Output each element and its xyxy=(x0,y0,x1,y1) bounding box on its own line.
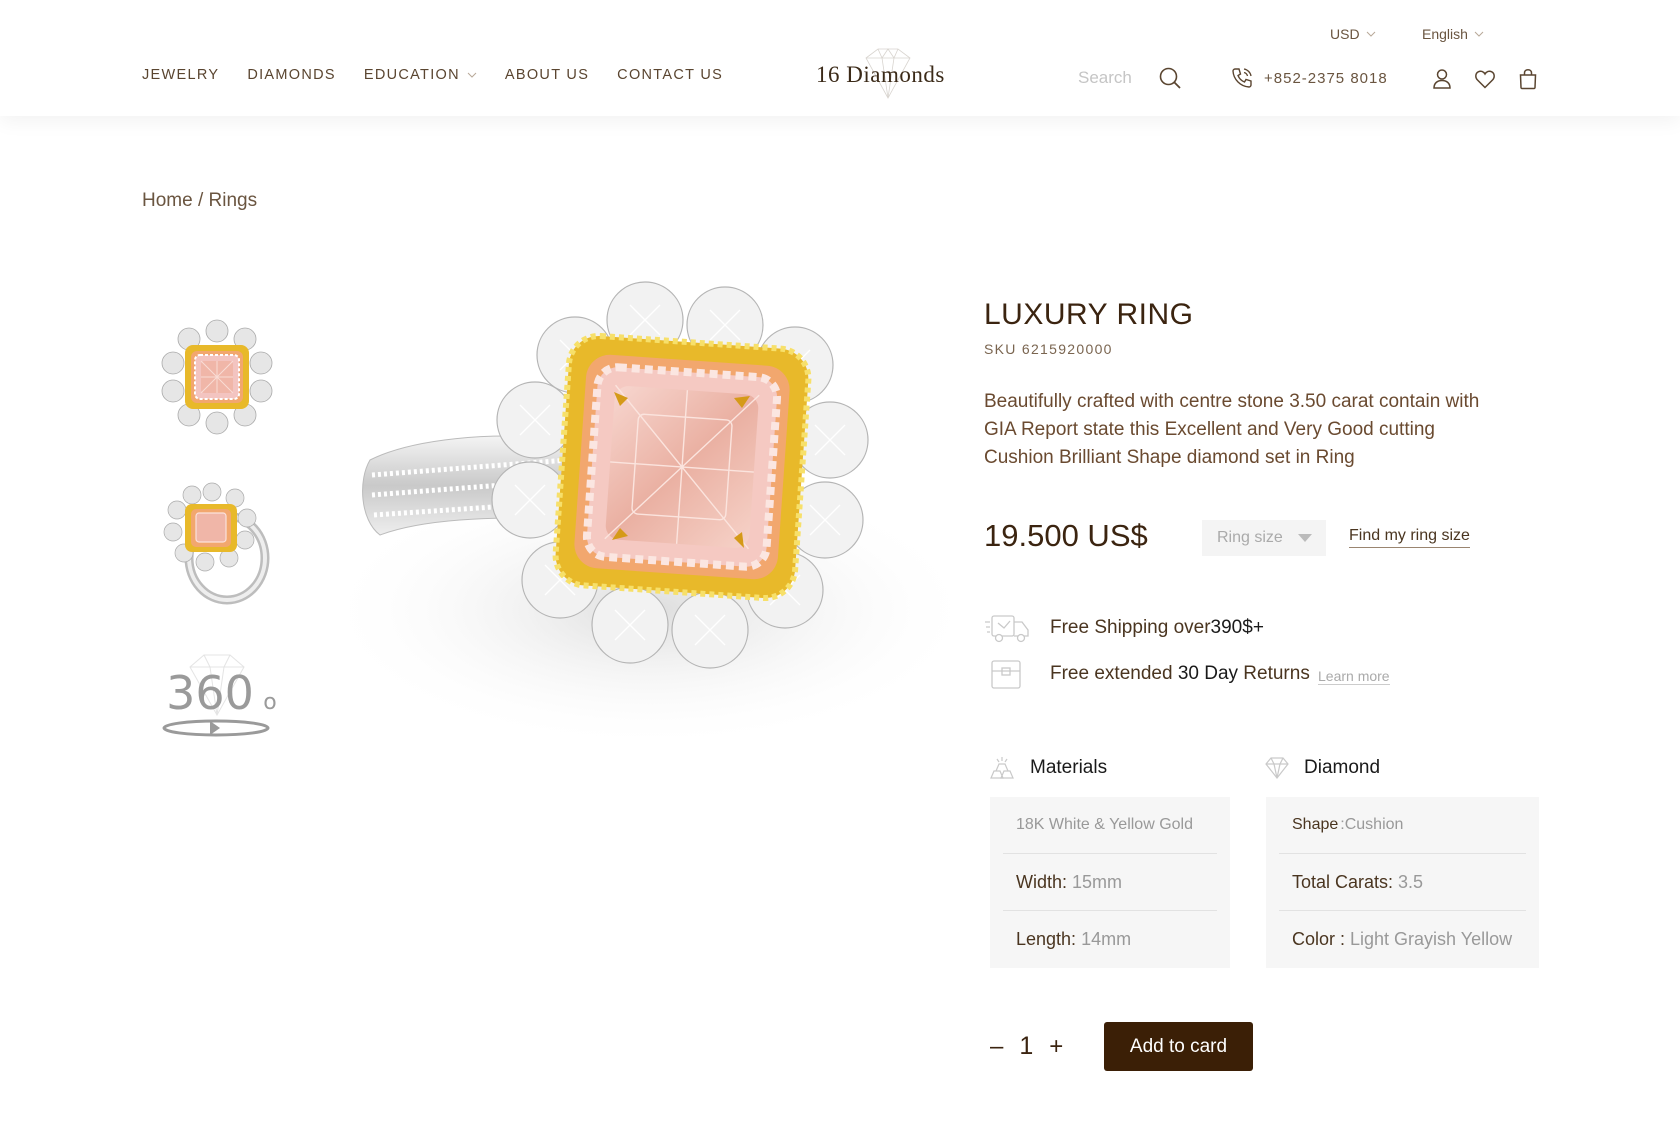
ring-size-placeholder: Ring size xyxy=(1217,529,1283,546)
nav-about-us[interactable]: ABOUT US xyxy=(505,67,589,83)
diamond-heading-label: Diamond xyxy=(1304,757,1381,778)
color-row: Color : Light Grayish Yellow xyxy=(1279,911,1526,968)
breadcrumb-rings[interactable]: Rings xyxy=(209,190,258,211)
ring-size-select[interactable]: Ring size xyxy=(1202,520,1326,556)
shipping-info: Free Shipping over 390$+ xyxy=(984,612,1264,644)
diamond-heading: Diamond xyxy=(1264,757,1380,779)
color-value: Light Grayish Yellow xyxy=(1350,929,1513,949)
product-description: Beautifully crafted with centre stone 3.… xyxy=(984,391,1480,468)
search-icon[interactable] xyxy=(1158,66,1182,90)
chevron-down-icon xyxy=(467,72,477,78)
chevron-down-icon xyxy=(1366,31,1375,37)
carats-row: Total Carats: 3.5 xyxy=(1279,854,1526,911)
ring-side-thumbnail-image xyxy=(163,482,270,605)
shape-value: :Cushion xyxy=(1340,816,1404,833)
nav-education[interactable]: EDUCATION xyxy=(364,67,477,83)
diamond-card: Shape :Cushion Total Carats: 3.5 Color :… xyxy=(1266,797,1539,968)
color-label: Color : xyxy=(1292,929,1346,949)
product-title: LUXURY RING xyxy=(984,298,1194,331)
rotate-360-label: 360 xyxy=(166,666,254,720)
returns-suffix: Returns xyxy=(1243,663,1310,684)
diamond-icon xyxy=(1265,757,1289,779)
decrement-button[interactable]: – xyxy=(990,1033,1003,1061)
thumbnail-front[interactable] xyxy=(152,312,282,442)
shipping-amount: 390$+ xyxy=(1210,617,1264,638)
metal-row: 18K White & Yellow Gold xyxy=(1003,797,1217,854)
length-row: Length: 14mm xyxy=(1003,911,1217,968)
rotate-degree-label: o xyxy=(263,690,276,715)
materials-card: 18K White & Yellow Gold Width: 15mm Leng… xyxy=(990,797,1230,968)
rotate-360-button[interactable]: 360 o xyxy=(152,640,282,760)
site-logo[interactable]: 16 Diamonds xyxy=(812,46,982,102)
width-value: 15mm xyxy=(1072,871,1123,892)
materials-heading: Materials xyxy=(988,756,1107,780)
returns-info: Free extended 30 Day Returns xyxy=(984,658,1310,690)
currency-select[interactable]: USD xyxy=(1330,26,1376,42)
shape-label: Shape xyxy=(1292,816,1339,833)
heart-icon[interactable] xyxy=(1473,67,1497,91)
phone-contact[interactable]: +852-2375 8018 xyxy=(1230,66,1388,90)
chevron-down-icon xyxy=(1474,31,1484,37)
nav-diamonds[interactable]: DIAMONDS xyxy=(247,67,336,83)
breadcrumb-separator: / xyxy=(197,190,204,211)
add-to-cart-button[interactable]: Add to card xyxy=(1104,1022,1253,1071)
find-ring-size-link[interactable]: Find my ring size xyxy=(1349,527,1470,548)
returns-prefix: Free extended xyxy=(1050,663,1173,684)
learn-more-link[interactable]: Learn more xyxy=(1318,668,1390,685)
delivery-truck-icon xyxy=(985,615,1029,643)
logo-text: 16 Diamonds xyxy=(816,62,945,87)
nav-jewelry[interactable]: JEWELRY xyxy=(142,67,219,83)
site-header: JEWELRY DIAMONDS EDUCATION ABOUT US CONT… xyxy=(0,0,1680,116)
return-box-icon xyxy=(991,660,1021,689)
metal-value: 18K White & Yellow Gold xyxy=(1016,816,1193,833)
length-label: Length: xyxy=(1016,929,1077,949)
account-icon[interactable] xyxy=(1430,67,1454,91)
phone-number: +852-2375 8018 xyxy=(1264,69,1388,87)
language-value: English xyxy=(1422,26,1468,42)
product-sku: SKU 6215920000 xyxy=(984,341,1113,357)
width-row: Width: 15mm xyxy=(1003,854,1217,911)
nav-education-label: EDUCATION xyxy=(363,67,460,83)
product-main-image xyxy=(330,281,980,750)
shopping-bag-icon[interactable] xyxy=(1516,67,1540,91)
main-nav: JEWELRY DIAMONDS EDUCATION ABOUT US CONT… xyxy=(142,67,751,83)
thumbnail-side[interactable] xyxy=(152,478,282,608)
currency-value: USD xyxy=(1330,26,1360,42)
rotate-360-icon: 360 o xyxy=(162,654,277,737)
search-input[interactable] xyxy=(1078,68,1148,88)
product-price: 19.500 US$ xyxy=(984,518,1148,553)
increment-button[interactable]: + xyxy=(1049,1033,1063,1061)
quantity-stepper: – 1 + xyxy=(990,1032,1063,1061)
search-bar xyxy=(1078,66,1182,90)
breadcrumb: Home / Rings xyxy=(142,190,257,212)
dropdown-arrow-icon xyxy=(1298,534,1312,542)
shape-row: Shape :Cushion xyxy=(1279,797,1526,854)
carats-value: 3.5 xyxy=(1398,871,1424,892)
gold-bars-icon xyxy=(990,757,1014,779)
width-label: Width: xyxy=(1016,871,1068,892)
length-value: 14mm xyxy=(1081,929,1132,949)
carats-label: Total Carats: xyxy=(1292,871,1394,892)
nav-contact-us[interactable]: CONTACT US xyxy=(617,67,723,83)
quantity-value: 1 xyxy=(1019,1032,1034,1060)
ring-front-thumbnail-image xyxy=(161,319,273,435)
breadcrumb-home[interactable]: Home xyxy=(142,190,193,211)
returns-days: 30 Day xyxy=(1177,663,1239,684)
shipping-text: Free Shipping over xyxy=(1050,617,1211,638)
language-select[interactable]: English xyxy=(1422,26,1484,42)
phone-icon xyxy=(1232,68,1252,88)
materials-heading-label: Materials xyxy=(1030,757,1108,778)
